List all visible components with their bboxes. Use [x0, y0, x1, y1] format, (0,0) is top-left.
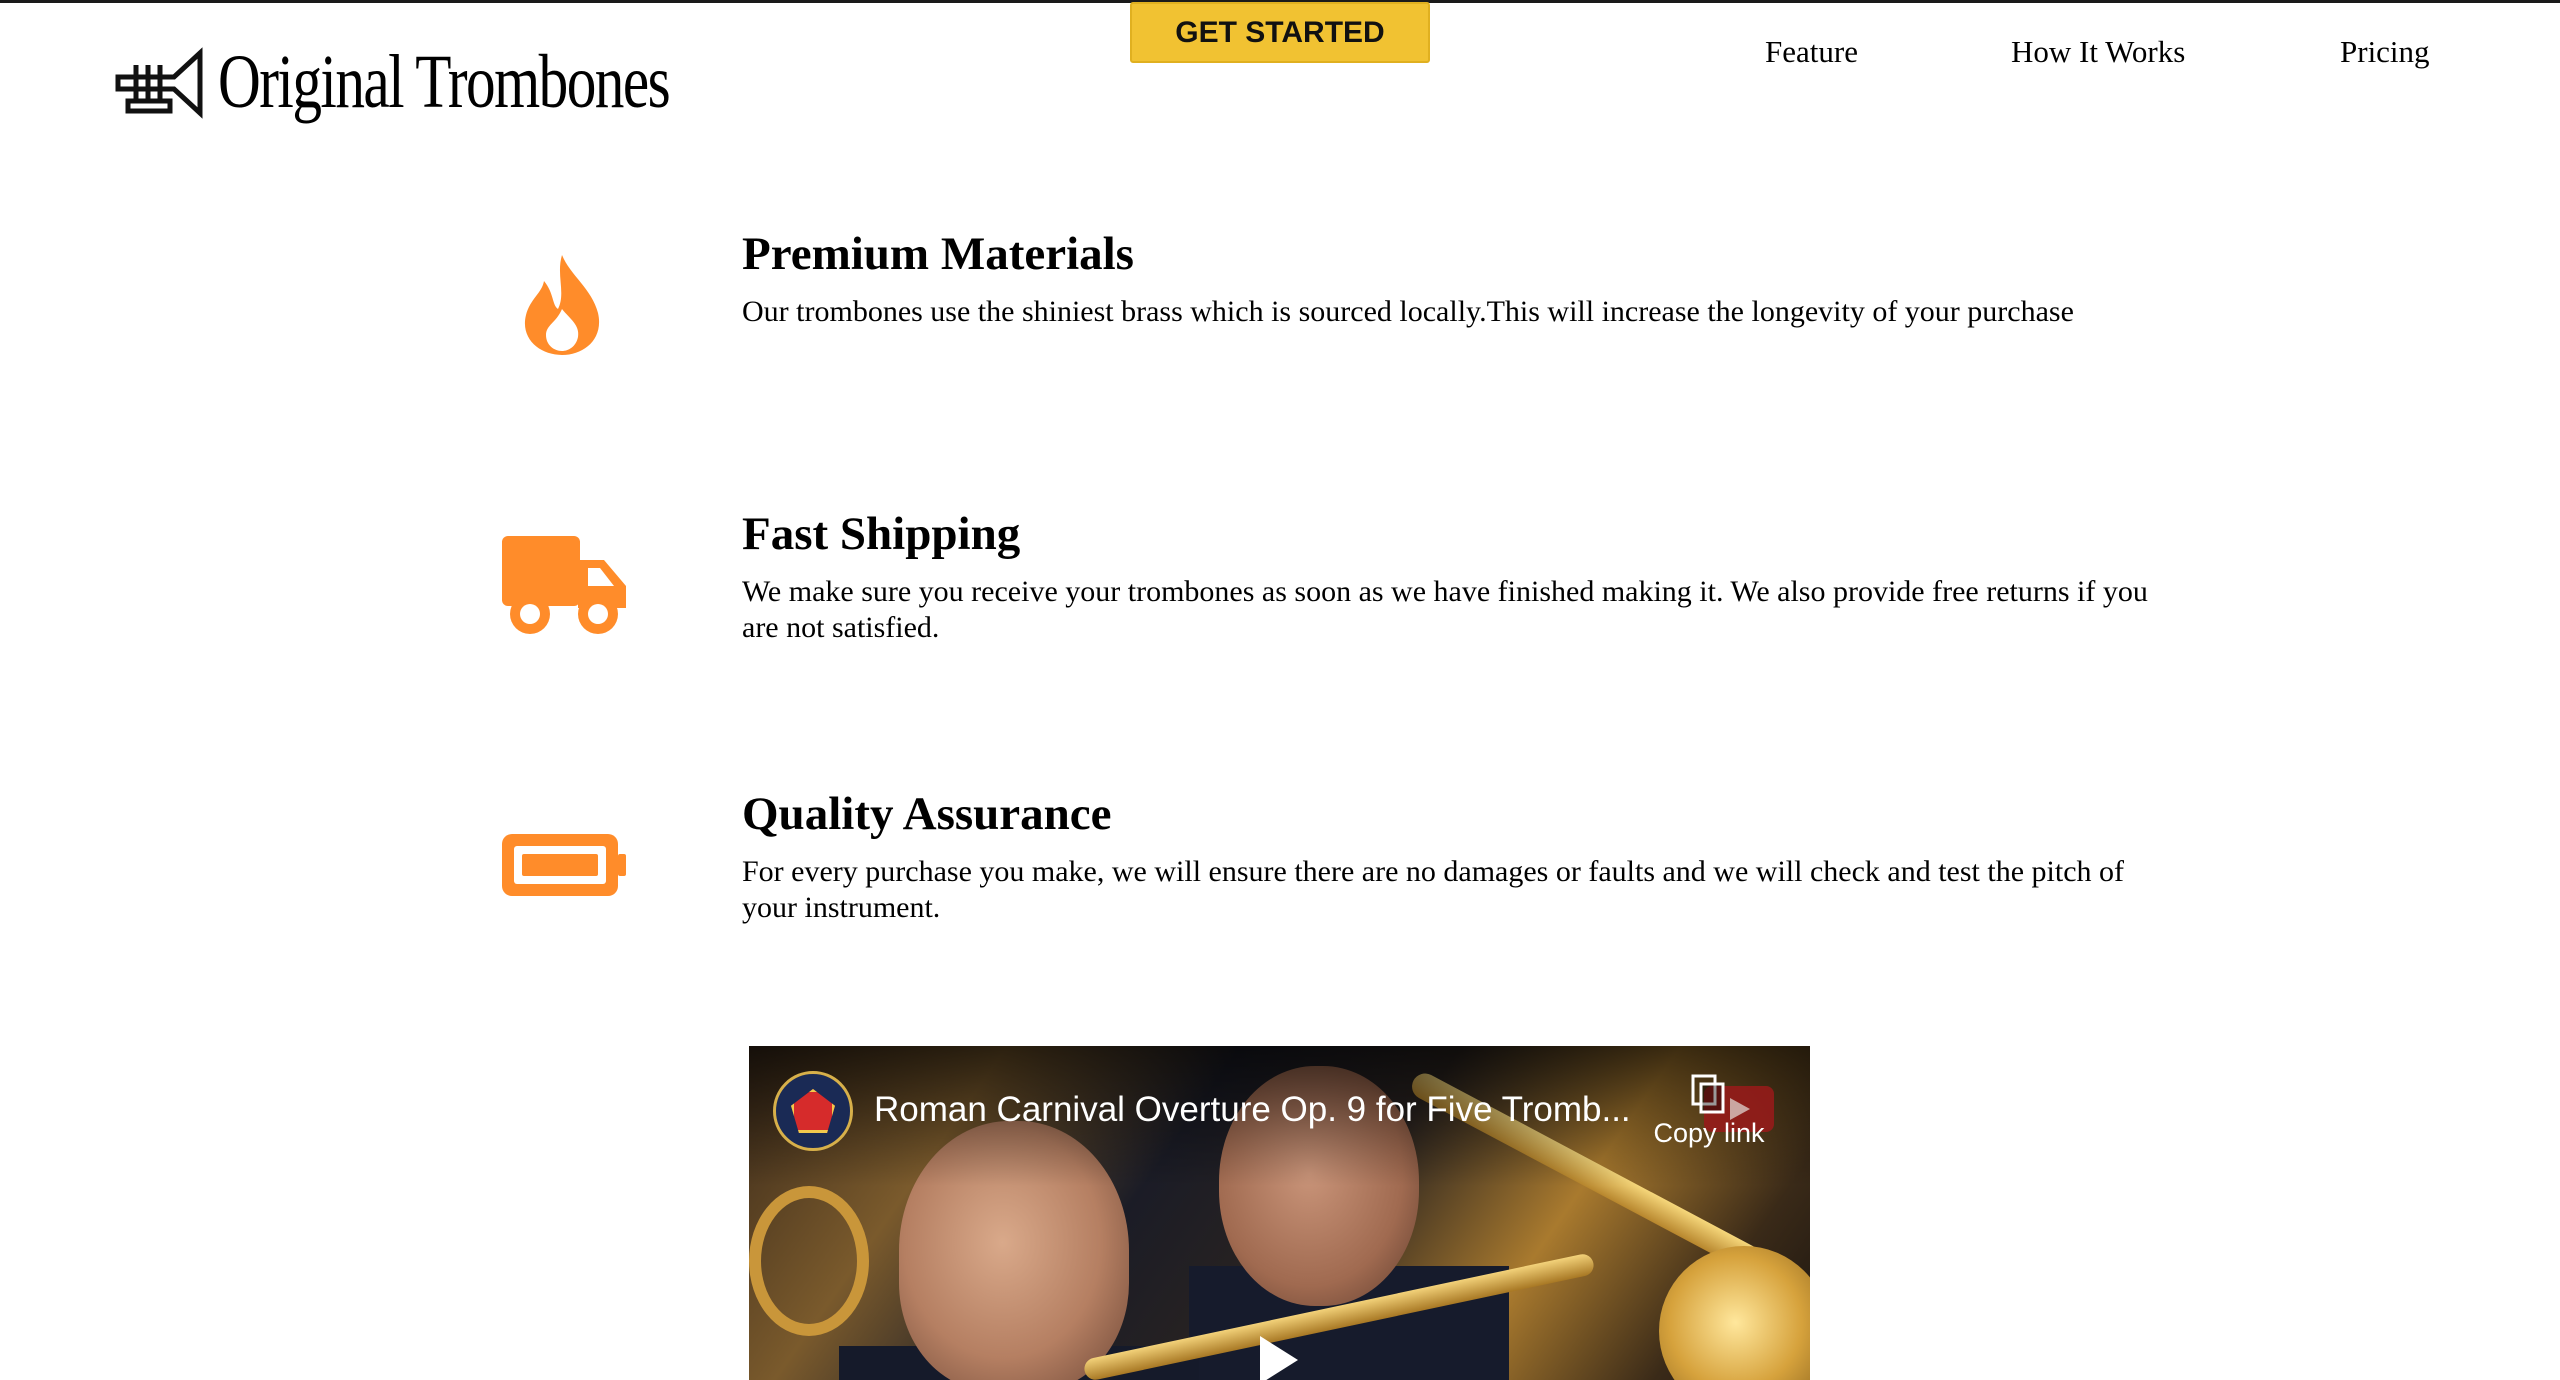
nav-link-how-it-works[interactable]: How It Works: [2011, 32, 2185, 72]
feature-title-quality-assurance: Quality Assurance: [742, 788, 1112, 840]
channel-avatar[interactable]: [773, 1071, 853, 1151]
nav-link-pricing[interactable]: Pricing: [2340, 32, 2430, 72]
site-logo[interactable]: Original Trombones: [114, 34, 796, 129]
feature-title-fast-shipping: Fast Shipping: [742, 508, 1021, 560]
copy-icon: [1691, 1074, 1725, 1114]
video-scene: [1659, 1246, 1810, 1380]
feature-description-premium-materials: Our trombones use the shiniest brass whi…: [742, 295, 2074, 328]
feature-description-fast-shipping: We make sure you receive your trombones …: [742, 575, 2148, 644]
trumpet-icon: [115, 46, 203, 119]
play-icon[interactable]: [1260, 1336, 1298, 1380]
video-title[interactable]: Roman Carnival Overture Op. 9 for Five T…: [874, 1090, 1631, 1130]
video-embed[interactable]: Roman Carnival Overture Op. 9 for Five T…: [749, 1046, 1810, 1380]
feature-title-premium-materials: Premium Materials: [742, 228, 1134, 280]
video-scene: [749, 1186, 869, 1336]
battery-icon: [500, 832, 628, 898]
truck-icon: [500, 534, 628, 638]
get-started-button[interactable]: GET STARTED: [1130, 2, 1430, 63]
feature-description-quality-assurance: For every purchase you make, we will ens…: [742, 855, 2125, 924]
copy-link-button[interactable]: Copy link: [1644, 1074, 1774, 1174]
flame-icon: [520, 252, 604, 358]
logo-text: Original Trombones: [218, 39, 671, 124]
nav-link-feature[interactable]: Feature: [1765, 32, 1858, 72]
copy-link-label: Copy link: [1653, 1118, 1765, 1148]
